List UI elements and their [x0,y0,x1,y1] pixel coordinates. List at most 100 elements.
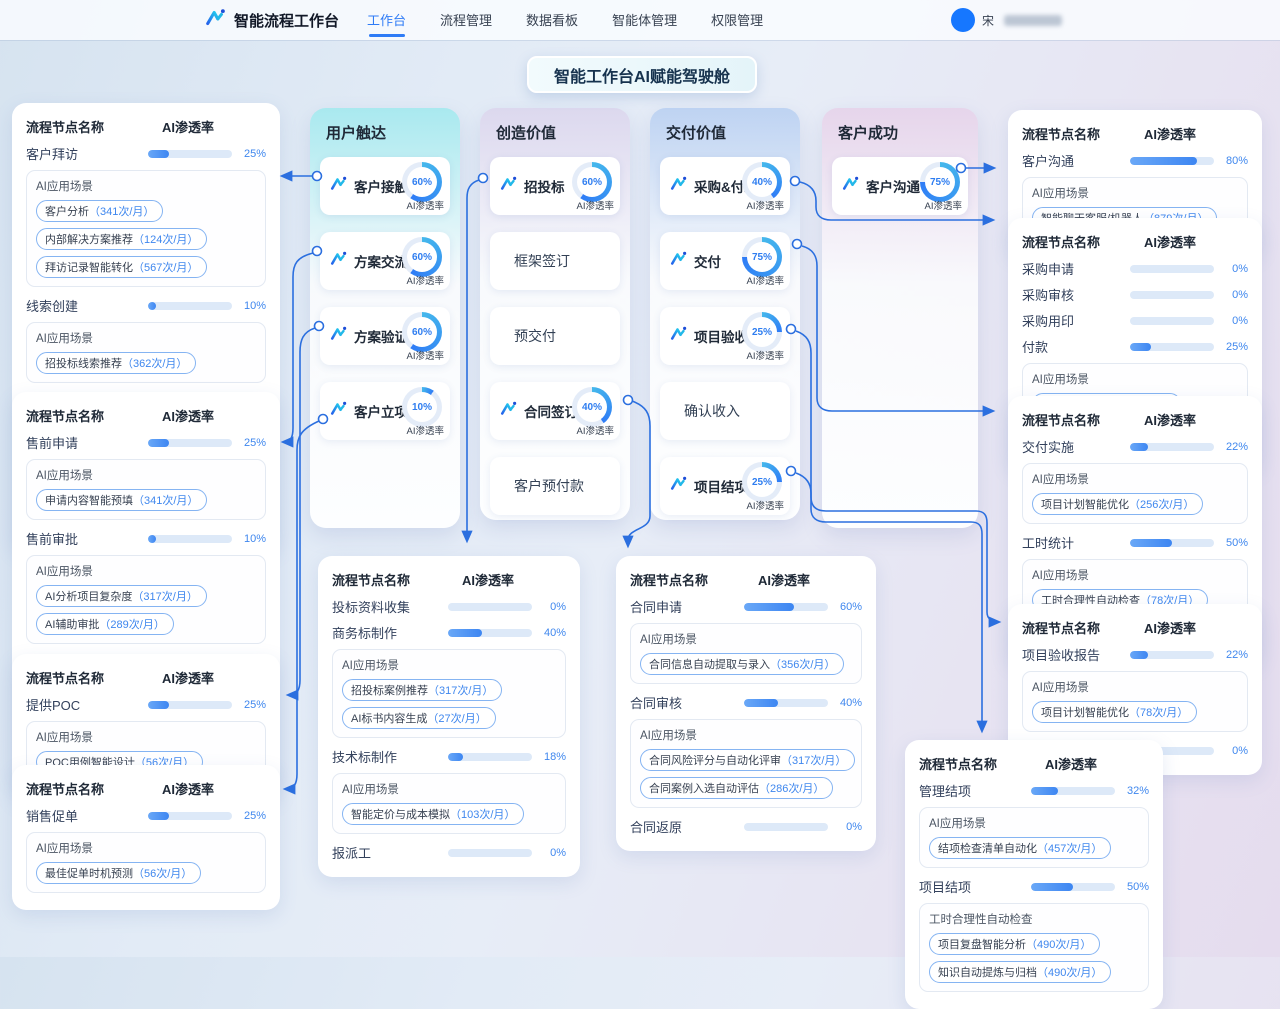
chip-text: 项目计划智能优化 [1041,499,1129,511]
donut-hole: 10% [407,392,437,422]
chip-text: 项目复盘智能分析 [938,939,1026,951]
flow-column-客户成功: 客户成功客户沟通75%AI渗透率 [822,108,978,528]
nav-item-权限管理[interactable]: 权限管理 [711,4,763,37]
brand: 智能流程工作台 [205,7,339,34]
process-node-name: 报派工 [332,843,448,862]
flow-node-客户接触[interactable]: 客户接触60%AI渗透率 [320,157,450,215]
process-node-name: 合同申请 [630,597,744,616]
chip-count: （256次/月） [1129,499,1194,511]
donut-percent: 40% [582,402,602,413]
process-node-name: 售前申请 [26,433,148,452]
process-node-row: 线索创建10% [26,296,266,315]
donut-label: AI渗透率 [925,198,962,212]
rate-col-header: AI渗透率 [1130,618,1248,637]
penetration-donut: 10% [402,387,442,427]
flow-node-框架签订[interactable]: 框架签订 [490,232,620,290]
panel-header: 流程节点名称AI渗透率 [26,779,266,798]
flow-node-name: 框架签订 [514,251,570,271]
flow-node-采购&付款[interactable]: 采购&付款40%AI渗透率 [660,157,790,215]
ai-logo-icon [670,175,688,198]
penetration-bar [148,701,232,709]
penetration-value: 25% [232,437,266,449]
flow-node-确认收入[interactable]: 确认收入 [660,382,790,440]
flow-node-预交付[interactable]: 预交付 [490,307,620,365]
donut-label: AI渗透率 [577,423,614,437]
flow-node-客户沟通[interactable]: 客户沟通75%AI渗透率 [832,157,968,215]
nav-item-流程管理[interactable]: 流程管理 [440,4,492,37]
flow-node-合同签订[interactable]: 合同签订40%AI渗透率 [490,382,620,440]
penetration-bar [1130,443,1214,451]
flow-node-客户立项[interactable]: 客户立项10%AI渗透率 [320,382,450,440]
flow-node-方案验证[interactable]: 方案验证60%AI渗透率 [320,307,450,365]
donut-hole: 25% [747,467,777,497]
ai-scenario-label: AI应用场景 [1032,679,1238,695]
ai-scenario-chips: 招投标线索推荐（362次/月） [36,352,256,374]
penetration-value: 40% [532,627,566,639]
flow-node-项目结项[interactable]: 项目结项25%AI渗透率 [660,457,790,515]
penetration-value: 25% [232,699,266,711]
penetration-bar [148,150,232,158]
ai-scenario-chip: 结项检查清单自动化（457次/月） [929,837,1111,859]
chip-count: （286次/月） [759,783,824,795]
flow-node-name: 预交付 [514,326,556,346]
ai-scenario-chip: 拜访记录智能转化（567次/月） [36,256,207,278]
donut-label: AI渗透率 [407,423,444,437]
ai-scenario-chip: 合同案例入选自动评估（286次/月） [640,777,833,799]
flow-node-招投标[interactable]: 招投标60%AI渗透率 [490,157,620,215]
flow-node-项目验收[interactable]: 项目验收25%AI渗透率 [660,307,790,365]
panel-header: 流程节点名称AI渗透率 [1022,618,1248,637]
chip-text: AI辅助审批 [45,619,99,631]
process-node-name: 交付实施 [1022,437,1130,456]
chip-count: （567次/月） [133,262,198,274]
penetration-bar-fill [1031,883,1073,891]
penetration-donut: 60% [402,312,442,352]
chip-text: 合同信息自动提取与录入 [649,659,770,671]
flow-node-name: 方案验证 [354,326,408,346]
chip-text: 合同风险评分与自动化评审 [649,755,781,767]
penetration-value: 40% [828,697,862,709]
chip-text: 拜访记录智能转化 [45,262,133,274]
penetration-bar-fill [1130,651,1148,659]
nav-item-智能体管理[interactable]: 智能体管理 [612,4,677,37]
chip-count: （78次/月） [1129,707,1188,719]
chip-text: 项目计划智能优化 [1041,707,1129,719]
penetration-bar [1130,651,1214,659]
ai-scenario-label: AI应用场景 [1032,471,1238,487]
flow-node-客户预付款[interactable]: 客户预付款 [490,457,620,515]
donut-percent: 60% [412,327,432,338]
rate-col-header: AI渗透率 [1130,410,1248,429]
donut-hole: 25% [747,317,777,347]
process-node-row: 客户沟通80% [1022,151,1248,170]
ai-scenario-box: AI应用场景招投标案例推荐（317次/月）AI标书内容生成（27次/月） [332,649,566,738]
process-node-name: 采购审核 [1022,285,1130,304]
penetration-donut: 40% [572,387,612,427]
ai-logo-icon [670,250,688,273]
donut-percent: 10% [412,402,432,413]
ai-scenario-label: AI应用场景 [36,330,256,346]
chip-text: AI分析项目复杂度 [45,591,132,603]
user-box[interactable]: 宋 [951,8,1062,32]
node-col-header: 流程节点名称 [630,570,744,589]
penetration-bar [448,753,532,761]
ai-scenario-label: AI应用场景 [640,631,852,647]
panel-header: 流程节点名称AI渗透率 [1022,232,1248,251]
ai-scenario-chips: 项目计划智能优化（78次/月） [1032,701,1238,723]
ai-scenario-chip: 招投标案例推荐（317次/月） [342,679,502,701]
penetration-value: 10% [232,300,266,312]
flow-node-方案交流[interactable]: 方案交流60%AI渗透率 [320,232,450,290]
penetration-bar [148,302,232,310]
process-node-row: 付款25% [1022,337,1248,356]
chip-text: 招投标案例推荐 [351,685,428,697]
donut-percent: 60% [582,177,602,188]
penetration-bar-fill [448,753,463,761]
nav-item-工作台[interactable]: 工作台 [367,4,406,37]
flow-node-交付[interactable]: 交付75%AI渗透率 [660,232,790,290]
node-col-header: 流程节点名称 [919,754,1031,773]
rate-col-header: AI渗透率 [1130,232,1248,251]
ai-scenario-chips: 合同信息自动提取与录入（356次/月） [640,653,852,675]
chip-text: 合同案例入选自动评估 [649,783,759,795]
avatar[interactable] [951,8,975,32]
penetration-donut: 25% [742,462,782,502]
process-node-name: 技术标制作 [332,747,448,766]
nav-item-数据看板[interactable]: 数据看板 [526,4,578,37]
